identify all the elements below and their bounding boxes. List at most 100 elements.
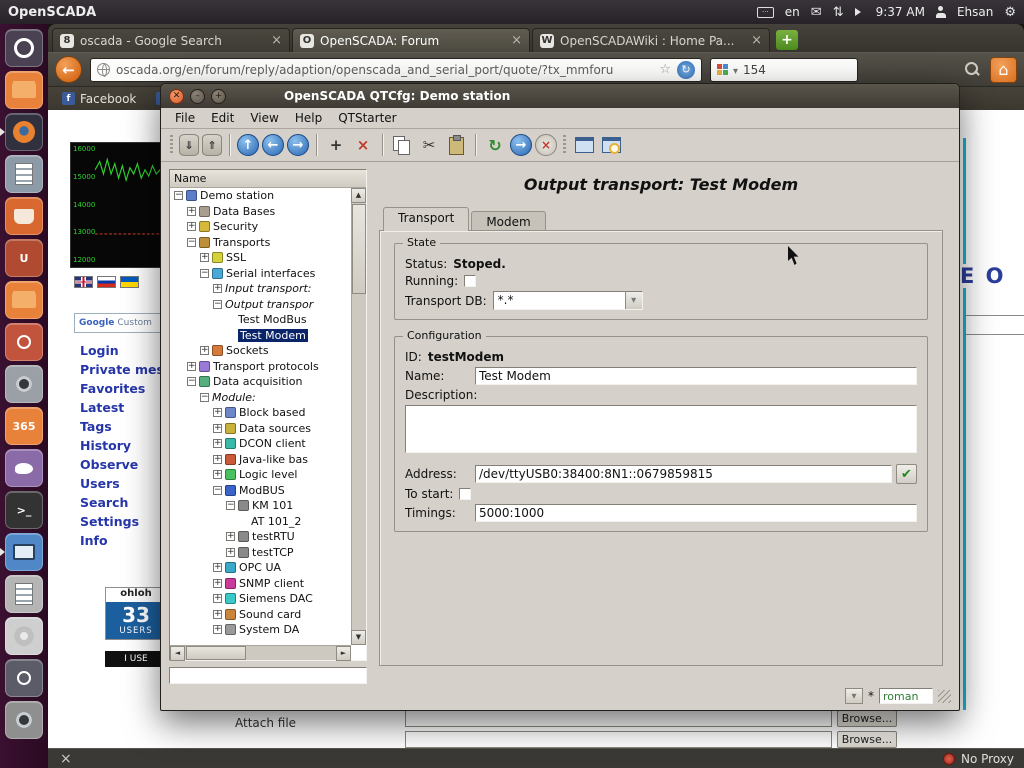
chevron-down-icon[interactable] <box>625 292 642 309</box>
toolbar-grip[interactable] <box>563 135 566 155</box>
scroll-down-icon[interactable]: ▼ <box>351 630 366 645</box>
url-bar[interactable]: oscada.org/en/forum/reply/adaption/opens… <box>90 58 702 82</box>
transport-db-combo[interactable]: *.* <box>493 291 643 310</box>
tree-item-serial-interfaces[interactable]: −Serial interfaces <box>170 266 351 282</box>
expand-icon[interactable]: + <box>187 207 196 216</box>
tree-item-testrtu[interactable]: +testRTU <box>170 529 351 545</box>
refresh-icon[interactable]: ↻ <box>483 133 507 157</box>
new-tab-button[interactable]: + <box>776 30 798 50</box>
expand-icon[interactable]: + <box>200 253 209 262</box>
home-button[interactable]: ⌂ <box>990 57 1017 83</box>
dock-item-screenshot-tool[interactable] <box>5 365 43 403</box>
form-field-fragment[interactable] <box>965 315 1024 335</box>
sidebar-link-search[interactable]: Search <box>80 493 171 512</box>
back-icon[interactable]: ← <box>262 134 284 156</box>
expand-icon[interactable]: + <box>213 408 222 417</box>
tree-item-input-transport[interactable]: +Input transport: <box>170 281 351 297</box>
flag-ua-icon[interactable] <box>120 276 139 288</box>
toolbar-grip[interactable] <box>170 135 173 155</box>
running-checkbox[interactable] <box>464 275 476 287</box>
expand-icon[interactable]: + <box>213 625 222 634</box>
browser-tab-openscadawiki-home-pa[interactable]: WOpenSCADAWiki : Home Pa...× <box>532 28 770 52</box>
ohloh-badge[interactable]: ohloh 33 USERS <box>105 587 167 640</box>
attach-file-input-1[interactable] <box>405 710 832 727</box>
timings-input[interactable] <box>475 504 917 522</box>
expand-icon[interactable]: + <box>213 424 222 433</box>
dock-item-ubuntu-one[interactable]: U <box>5 239 43 277</box>
dock-item-pidgin[interactable] <box>5 449 43 487</box>
tree-item-snmp-client[interactable]: +SNMP client <box>170 576 351 592</box>
menu-view[interactable]: View <box>242 109 286 127</box>
menu-file[interactable]: File <box>167 109 203 127</box>
tree-item-siemens-dac[interactable]: +Siemens DAC <box>170 591 351 607</box>
search-icon[interactable] <box>962 60 982 80</box>
app-menu-title[interactable]: OpenSCADA <box>8 5 96 20</box>
bookmark-facebook[interactable]: fFacebook <box>62 92 136 106</box>
tree-item-km-101[interactable]: −KM 101 <box>170 498 351 514</box>
extension-counter-box[interactable]: 154 <box>710 58 858 82</box>
delete-item-icon[interactable]: × <box>351 133 375 157</box>
tree-item-block-based[interactable]: +Block based <box>170 405 351 421</box>
paste-item-icon[interactable] <box>444 133 468 157</box>
tree-horizontal-scrollbar[interactable]: ◄ ► <box>170 645 351 660</box>
dock-item-cd-burner[interactable] <box>5 617 43 655</box>
dock-item-dash-home[interactable] <box>5 29 43 67</box>
mail-icon[interactable]: ✉ <box>811 5 822 20</box>
tree-item-output-transpor[interactable]: −Output transpor <box>170 297 351 313</box>
expand-icon[interactable]: + <box>226 548 235 557</box>
scroll-left-icon[interactable]: ◄ <box>170 646 185 661</box>
save-to-db-icon[interactable]: ⇑ <box>202 134 222 156</box>
reload-icon[interactable]: ↻ <box>677 61 695 79</box>
collapse-icon[interactable]: − <box>200 269 209 278</box>
collapse-icon[interactable]: − <box>187 377 196 386</box>
qtcfg-window-icon[interactable] <box>572 133 596 157</box>
scroll-thumb[interactable] <box>186 646 246 660</box>
close-button[interactable]: ✕ <box>169 89 184 104</box>
scroll-up-icon[interactable]: ▲ <box>351 188 366 203</box>
tab-close-icon[interactable]: × <box>511 33 522 48</box>
tree-item-logic-level[interactable]: +Logic level <box>170 467 351 483</box>
tree-item-opc-ua[interactable]: +OPC UA <box>170 560 351 576</box>
expand-icon[interactable]: + <box>213 284 222 293</box>
expand-icon[interactable]: + <box>213 579 222 588</box>
stop-icon[interactable]: × <box>535 134 557 156</box>
resize-grip[interactable] <box>938 690 951 703</box>
addon-bar-close-icon[interactable]: × <box>60 751 72 767</box>
tree-item-transport-protocols[interactable]: +Transport protocols <box>170 359 351 375</box>
sidebar-link-favorites[interactable]: Favorites <box>80 379 171 398</box>
menu-help[interactable]: Help <box>287 109 330 127</box>
apply-check-button[interactable]: ✔ <box>896 464 917 484</box>
name-input[interactable] <box>475 367 917 385</box>
tree-item-system-da[interactable]: +System DA <box>170 622 351 638</box>
chevron-down-icon[interactable] <box>733 63 738 77</box>
expand-icon[interactable]: + <box>213 610 222 619</box>
tab-transport[interactable]: Transport <box>383 207 469 231</box>
gear-icon[interactable]: ⚙ <box>1004 5 1016 20</box>
up-level-icon[interactable]: ↑ <box>237 134 259 156</box>
tree-item-data-acquisition[interactable]: −Data acquisition <box>170 374 351 390</box>
tree-item-modbus[interactable]: −ModBUS <box>170 483 351 499</box>
sidebar-link-login[interactable]: Login <box>80 341 171 360</box>
bookmark-star-icon[interactable]: ☆ <box>659 62 671 77</box>
footer-combo[interactable] <box>845 688 863 704</box>
sidebar-link-latest[interactable]: Latest <box>80 398 171 417</box>
proxy-status-icon[interactable] <box>943 753 955 765</box>
menu-qtstarter[interactable]: QTStarter <box>330 109 404 127</box>
sidebar-link-settings[interactable]: Settings <box>80 512 171 531</box>
maximize-button[interactable]: + <box>211 89 226 104</box>
sidebar-link-info[interactable]: Info <box>80 531 171 550</box>
tree-item-data-sources[interactable]: +Data sources <box>170 421 351 437</box>
expand-icon[interactable]: + <box>213 455 222 464</box>
sync-arrows-icon[interactable]: ⇅ <box>833 5 844 20</box>
expand-icon[interactable]: + <box>213 439 222 448</box>
flag-ru-icon[interactable] <box>97 276 116 288</box>
expand-icon[interactable]: + <box>226 532 235 541</box>
tree-item-testtcp[interactable]: +testTCP <box>170 545 351 561</box>
forward-icon[interactable]: → <box>287 134 309 156</box>
sidebar-link-observe[interactable]: Observe <box>80 455 171 474</box>
browser-tab-openscada-forum[interactable]: OOpenSCADA: Forum× <box>292 28 530 52</box>
tree-filter-input[interactable] <box>169 667 367 684</box>
tree-item-dcon-client[interactable]: +DCON client <box>170 436 351 452</box>
volume-icon[interactable] <box>855 8 865 16</box>
tree-item-demo-station[interactable]: −Demo station <box>170 188 351 204</box>
